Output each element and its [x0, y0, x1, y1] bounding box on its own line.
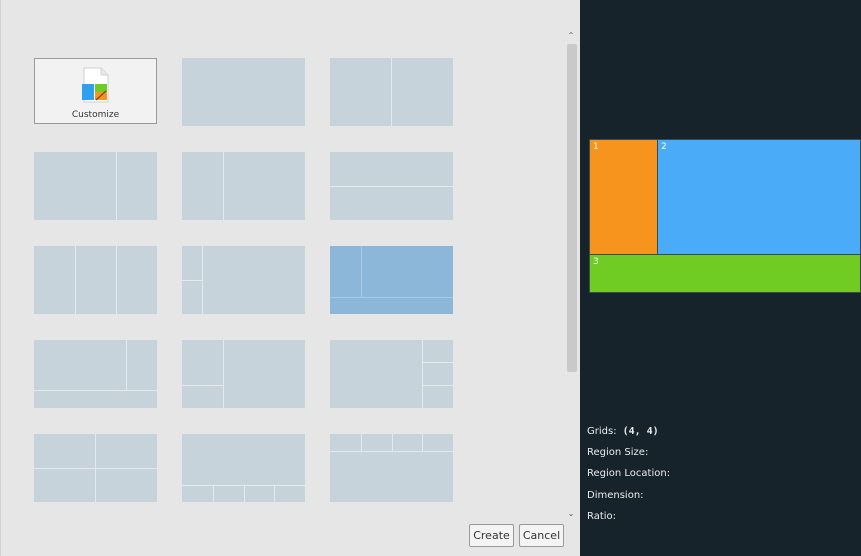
template-divider	[422, 362, 453, 363]
scrollbar-thumb[interactable]	[567, 44, 577, 372]
layout-template-left-two-stack[interactable]	[182, 340, 305, 408]
region-number: 2	[661, 142, 667, 152]
template-divider	[330, 297, 453, 298]
region-location-label: Region Location:	[587, 468, 671, 479]
template-divider	[392, 434, 393, 451]
layout-preview-panel: 1 2 3 Grids: (4, 4) Region Size: Region L…	[580, 0, 861, 556]
template-divider	[361, 434, 362, 451]
chevron-down-icon[interactable]: ⌄	[564, 508, 578, 520]
layout-template-three-columns[interactable]	[34, 246, 157, 314]
grids-info: Grids: (4, 4)	[587, 426, 659, 437]
region-number: 1	[593, 142, 599, 152]
layout-template-selected[interactable]	[330, 246, 453, 314]
layout-template-top-four[interactable]	[330, 434, 453, 502]
template-divider	[244, 485, 245, 502]
preview-region-1[interactable]: 1	[589, 139, 658, 255]
layout-template-bottom-four[interactable]	[182, 434, 305, 502]
ratio-label: Ratio:	[587, 511, 617, 522]
template-divider	[274, 485, 275, 502]
template-divider	[202, 246, 203, 314]
customize-label: Customize	[71, 110, 120, 120]
layout-template-narrow-left[interactable]	[182, 152, 305, 220]
template-divider	[116, 246, 117, 314]
layout-template-main-right-bottom[interactable]	[34, 340, 157, 408]
region-number: 3	[593, 257, 599, 267]
scrollbar-track[interactable]	[566, 42, 577, 506]
template-divider	[182, 385, 223, 386]
template-divider	[116, 152, 117, 220]
template-divider	[182, 280, 202, 281]
template-divider	[223, 340, 224, 408]
customize-template-button[interactable]: Customize	[34, 58, 157, 124]
template-divider	[75, 246, 76, 314]
template-divider	[391, 58, 392, 126]
template-divider	[422, 385, 453, 386]
template-divider	[126, 340, 127, 390]
layout-template-left-split[interactable]	[182, 246, 305, 314]
layout-template-right-three-stack[interactable]	[330, 340, 453, 408]
preview-region-2[interactable]: 2	[657, 139, 861, 255]
grids-label: Grids:	[587, 426, 617, 437]
template-divider	[213, 485, 214, 502]
template-divider	[422, 434, 423, 451]
preview-region-3[interactable]: 3	[589, 254, 861, 293]
template-divider	[330, 451, 453, 452]
layout-template-panel: Customize ⌃ ⌄ Create Cancel	[0, 0, 580, 556]
template-divider	[223, 152, 224, 220]
customize-layout-icon	[82, 67, 109, 103]
template-divider	[422, 340, 423, 408]
grids-value: (4, 4)	[622, 426, 659, 437]
layout-template-single[interactable]	[182, 58, 305, 126]
template-divider	[34, 390, 157, 391]
layout-template-wide-left[interactable]	[34, 152, 157, 220]
layout-template-four-grid[interactable]	[34, 434, 157, 502]
dimension-label: Dimension:	[587, 490, 644, 501]
cancel-button[interactable]: Cancel	[519, 524, 564, 547]
region-size-label: Region Size:	[587, 447, 649, 458]
template-divider	[34, 468, 157, 469]
chevron-up-icon[interactable]: ⌃	[564, 30, 578, 42]
layout-template-two-columns[interactable]	[330, 58, 453, 126]
layout-template-two-rows[interactable]	[330, 152, 453, 220]
template-divider	[330, 186, 453, 187]
template-divider	[361, 246, 362, 297]
template-scrollbar[interactable]: ⌃ ⌄	[564, 30, 578, 520]
create-button[interactable]: Create	[469, 524, 514, 547]
